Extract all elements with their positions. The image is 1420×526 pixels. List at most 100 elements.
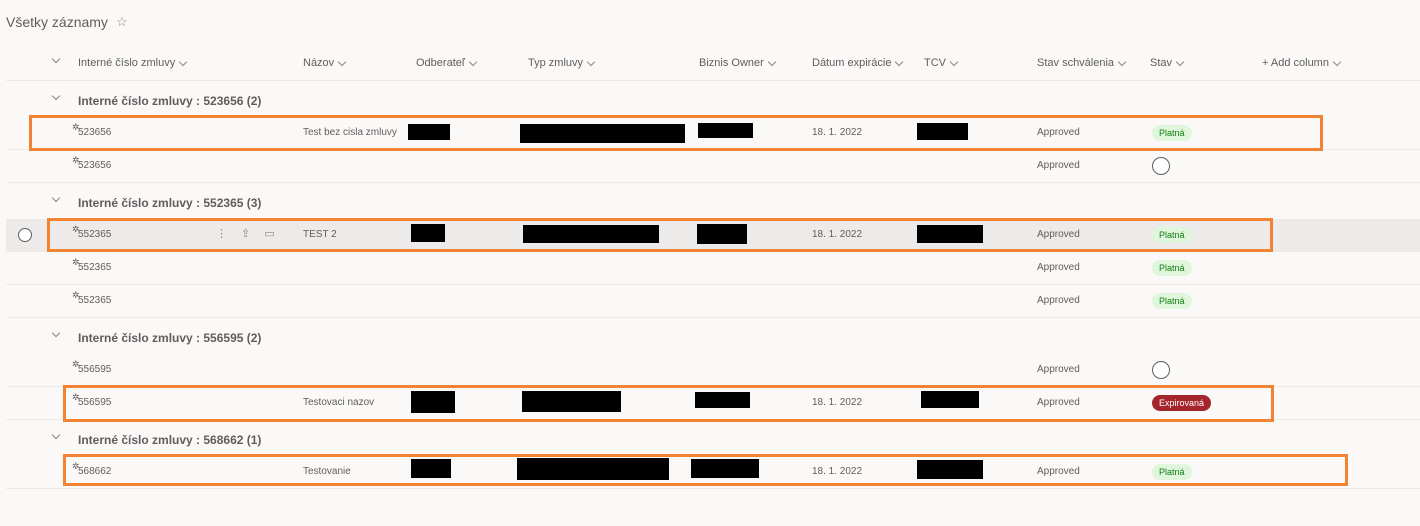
column-header-name[interactable]: Názov [303, 57, 347, 69]
status-badge: Platná [1152, 227, 1192, 243]
redacted-tcv [917, 123, 968, 140]
chevron-down-icon [1332, 57, 1342, 66]
row-expiry: 18. 1. 2022 [812, 466, 863, 477]
chevron-down-icon [586, 57, 596, 66]
redacted-type [522, 391, 621, 412]
status-badge: Platná [1152, 293, 1192, 309]
chevron-down-icon [767, 57, 777, 66]
group-header[interactable]: Interné číslo zmluvy : 552365 (3) [6, 186, 1420, 220]
star-icon[interactable]: ☆ [116, 14, 128, 30]
column-header-approval[interactable]: Stav schválenia [1037, 57, 1127, 69]
table-row[interactable]: ✲ 552365 ⋮ ⇪ ▭ TEST 2 18. 1. 2022 Approve… [6, 219, 1420, 252]
chevron-down-icon[interactable] [51, 193, 61, 203]
row-name[interactable]: Testovanie [303, 466, 351, 477]
group-title: Interné číslo zmluvy : 523656 (2) [78, 94, 262, 108]
new-item-icon: ✲ [72, 290, 80, 300]
status-badge: Platná [1152, 125, 1192, 141]
add-column-button[interactable]: + Add column [1262, 57, 1342, 69]
list-header: Interné číslo zmluvy Názov Odberateľ Typ… [6, 46, 1420, 81]
table-row[interactable]: ✲ 523656 Test bez cisla zmluvy 18. 1. 202… [6, 117, 1420, 150]
new-item-icon: ✲ [72, 461, 80, 471]
row-id[interactable]: ✲ 523656 [72, 122, 111, 138]
column-header-id[interactable]: Interné číslo zmluvy [78, 57, 188, 69]
column-header-expiry[interactable]: Dátum expirácie [812, 57, 904, 69]
chevron-down-icon[interactable] [51, 328, 61, 338]
table-row[interactable]: ✲ 556595 Testovaci nazov 18. 1. 2022 Appr… [6, 387, 1420, 420]
row-id[interactable]: ✲ 552365 [72, 257, 111, 273]
row-name[interactable]: TEST 2 [303, 229, 337, 240]
row-approval: Approved [1037, 127, 1080, 138]
group-header[interactable]: Interné číslo zmluvy : 568662 (1) [6, 423, 1420, 457]
redacted-tcv [921, 391, 979, 408]
collapse-all-chevron-icon[interactable] [51, 54, 61, 64]
redacted-customer [411, 391, 455, 413]
row-id[interactable]: ✲ 523656 [72, 155, 111, 171]
more-options-icon[interactable]: ⋮ [216, 227, 227, 240]
row-expiry: 18. 1. 2022 [812, 229, 863, 240]
row-id[interactable]: ✲ 568662 [72, 461, 111, 477]
row-id[interactable]: ✲ 556595 [72, 392, 111, 408]
table-row[interactable]: ✲ 523656 Approved [6, 150, 1420, 183]
row-name[interactable]: Test bez cisla zmluvy [303, 127, 397, 138]
column-header-type[interactable]: Typ zmluvy [528, 57, 596, 69]
group-header[interactable]: Interné číslo zmluvy : 556595 (2) [6, 321, 1420, 355]
new-item-icon: ✲ [72, 359, 80, 369]
table-row[interactable]: ✲ 552365 Approved Platná [6, 252, 1420, 285]
new-item-icon: ✲ [72, 224, 80, 234]
status-badge: Platná [1152, 260, 1192, 276]
new-item-icon: ✲ [72, 257, 80, 267]
page-title: Všetky záznamy [6, 14, 108, 30]
empty-status-circle[interactable] [1152, 361, 1170, 379]
column-header-owner[interactable]: Biznis Owner [699, 57, 777, 69]
redacted-tcv [917, 225, 983, 243]
row-approval: Approved [1037, 262, 1080, 273]
row-approval: Approved [1037, 364, 1080, 375]
row-expiry: 18. 1. 2022 [812, 397, 863, 408]
redacted-customer [408, 124, 450, 140]
group-title: Interné číslo zmluvy : 568662 (1) [78, 433, 262, 447]
chevron-down-icon[interactable] [51, 430, 61, 440]
empty-status-circle[interactable] [1152, 157, 1170, 175]
column-header-status[interactable]: Stav [1150, 57, 1185, 69]
row-id[interactable]: ✲ 556595 [72, 359, 111, 375]
redacted-type [517, 458, 669, 480]
table-row[interactable]: ✲ 552365 Approved Platná [6, 285, 1420, 318]
row-id[interactable]: ✲ 552365 [72, 224, 111, 240]
row-approval: Approved [1037, 466, 1080, 477]
table-row[interactable]: ✲ 556595 Approved [6, 354, 1420, 387]
row-approval: Approved [1037, 160, 1080, 171]
group-title: Interné číslo zmluvy : 556595 (2) [78, 331, 262, 345]
status-badge: Platná [1152, 464, 1192, 480]
chevron-down-icon [468, 57, 478, 66]
chevron-down-icon [178, 57, 188, 66]
row-name[interactable]: Testovaci nazov [303, 397, 374, 408]
chevron-down-icon [337, 57, 347, 66]
row-approval: Approved [1037, 397, 1080, 408]
row-expiry: 18. 1. 2022 [812, 127, 863, 138]
table-row[interactable]: ✲ 568662 Testovanie 18. 1. 2022 Approved … [6, 456, 1420, 489]
chevron-down-icon[interactable] [51, 91, 61, 101]
chevron-down-icon [1117, 57, 1127, 66]
column-header-tcv[interactable]: TCV [924, 57, 959, 69]
share-icon[interactable]: ⇪ [241, 227, 250, 240]
group-header[interactable]: Interné číslo zmluvy : 523656 (2) [6, 84, 1420, 118]
chevron-down-icon [949, 57, 959, 66]
redacted-owner [698, 123, 753, 138]
row-id[interactable]: ✲ 552365 [72, 290, 111, 306]
row-approval: Approved [1037, 295, 1080, 306]
redacted-customer [411, 224, 445, 242]
column-header-customer[interactable]: Odberateľ [416, 57, 478, 69]
redacted-owner [695, 392, 750, 408]
redacted-tcv [917, 460, 983, 479]
redacted-customer [411, 459, 451, 478]
chevron-down-icon [1175, 57, 1185, 66]
chevron-down-icon [895, 57, 904, 66]
status-badge: Expirovaná [1152, 395, 1212, 411]
new-item-icon: ✲ [72, 155, 80, 165]
redacted-owner [697, 224, 747, 244]
comment-icon[interactable]: ▭ [264, 227, 274, 240]
redacted-type [520, 124, 685, 143]
row-select-checkbox[interactable] [18, 228, 32, 242]
row-approval: Approved [1037, 229, 1080, 240]
new-item-icon: ✲ [72, 392, 80, 402]
